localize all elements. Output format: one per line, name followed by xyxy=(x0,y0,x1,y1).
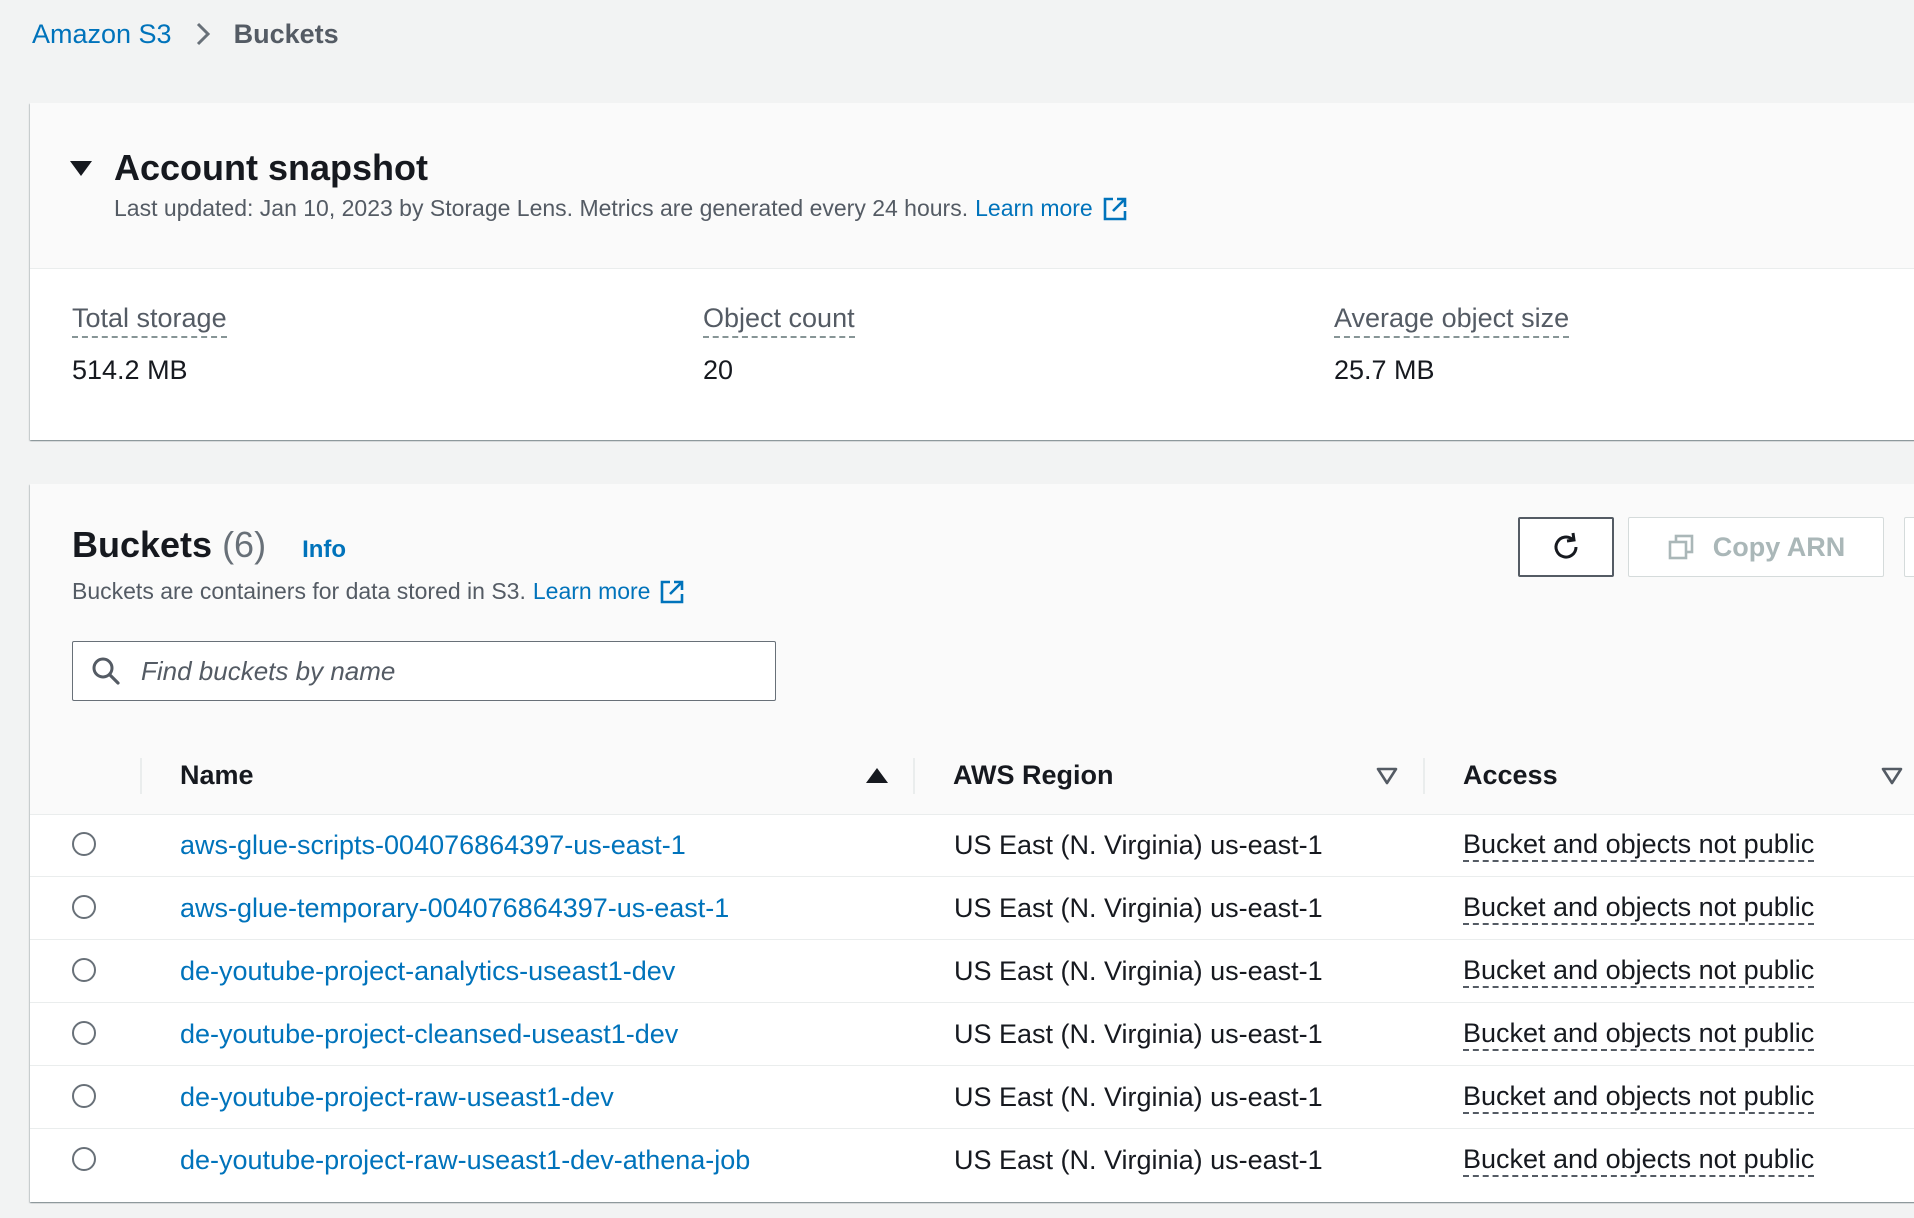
external-link-icon xyxy=(1102,196,1128,222)
column-divider xyxy=(140,758,142,794)
find-buckets-search[interactable] xyxy=(72,641,776,701)
account-snapshot-description: Last updated: Jan 10, 2023 by Storage Le… xyxy=(114,195,1128,222)
metric-value: 25.7 MB xyxy=(1334,355,1435,385)
table-row[interactable]: de-youtube-project-analytics-useast1-dev… xyxy=(30,940,1914,1003)
account-snapshot-header: Account snapshot Last updated: Jan 10, 2… xyxy=(30,103,1914,269)
buckets-panel: Buckets (6) Info Buckets are containers … xyxy=(30,484,1914,1202)
snapshot-learn-more-link[interactable]: Learn more xyxy=(975,195,1128,222)
buckets-title-row: Buckets (6) Info xyxy=(72,524,346,566)
bucket-region: US East (N. Virginia) us-east-1 xyxy=(954,956,1323,986)
buckets-header: Buckets (6) Info Buckets are containers … xyxy=(30,484,1914,738)
column-header-access[interactable]: Access xyxy=(1463,737,1558,814)
buckets-count: (6) xyxy=(222,524,267,565)
account-snapshot-title: Account snapshot xyxy=(114,147,429,188)
refresh-icon xyxy=(1549,530,1583,564)
sort-descending-outline-icon[interactable] xyxy=(1881,737,1903,814)
bucket-access[interactable]: Bucket and objects not public xyxy=(1463,955,1815,988)
search-icon xyxy=(91,656,121,686)
table-row[interactable]: de-youtube-project-raw-useast1-dev US Ea… xyxy=(30,1066,1914,1129)
buckets-title: Buckets xyxy=(72,524,213,565)
buckets-learn-more-link[interactable]: Learn more xyxy=(533,578,686,605)
column-header-name[interactable]: Name xyxy=(180,737,254,814)
refresh-button[interactable] xyxy=(1518,517,1614,577)
buckets-description: Buckets are containers for data stored i… xyxy=(72,578,685,605)
bucket-access[interactable]: Bucket and objects not public xyxy=(1463,892,1815,925)
more-actions-button[interactable] xyxy=(1904,517,1914,577)
row-select-radio[interactable] xyxy=(72,832,96,856)
table-row[interactable]: de-youtube-project-raw-useast1-dev-athen… xyxy=(30,1129,1914,1192)
metric-total-storage: Total storage 514.2 MB xyxy=(72,303,227,386)
bucket-region: US East (N. Virginia) us-east-1 xyxy=(954,1019,1323,1049)
copy-icon xyxy=(1667,533,1695,561)
sort-ascending-icon[interactable] xyxy=(866,737,888,814)
breadcrumb: Amazon S3 Buckets xyxy=(32,14,339,54)
bucket-name-link[interactable]: de-youtube-project-raw-useast1-dev-athen… xyxy=(180,1145,750,1176)
chevron-right-icon xyxy=(194,20,212,48)
column-divider xyxy=(913,758,915,794)
bucket-access[interactable]: Bucket and objects not public xyxy=(1463,1144,1815,1177)
table-row[interactable]: aws-glue-scripts-004076864397-us-east-1 … xyxy=(30,814,1914,877)
breadcrumb-amazon-s3-link[interactable]: Amazon S3 xyxy=(32,19,172,50)
caret-down-icon[interactable] xyxy=(70,160,92,176)
column-header-region[interactable]: AWS Region xyxy=(953,737,1114,814)
account-snapshot-panel: Account snapshot Last updated: Jan 10, 2… xyxy=(30,103,1914,440)
buckets-description-text: Buckets are containers for data stored i… xyxy=(72,578,526,604)
row-select-radio[interactable] xyxy=(72,958,96,982)
column-name-label: Name xyxy=(180,760,254,790)
search-input[interactable] xyxy=(139,654,743,688)
buckets-table-header: Name AWS Region Access xyxy=(30,737,1914,815)
metric-value: 514.2 MB xyxy=(72,355,188,385)
metric-average-object-size: Average object size 25.7 MB xyxy=(1334,303,1570,386)
bucket-name-link[interactable]: de-youtube-project-analytics-useast1-dev xyxy=(180,956,675,987)
bucket-name-link[interactable]: de-youtube-project-raw-useast1-dev xyxy=(180,1082,614,1113)
metric-label[interactable]: Average object size xyxy=(1334,303,1570,338)
snapshot-learn-more-label: Learn more xyxy=(975,195,1093,221)
bucket-region: US East (N. Virginia) us-east-1 xyxy=(954,830,1323,860)
bucket-name-link[interactable]: de-youtube-project-cleansed-useast1-dev xyxy=(180,1019,678,1050)
bucket-access[interactable]: Bucket and objects not public xyxy=(1463,1081,1815,1114)
column-divider xyxy=(1423,758,1425,794)
table-row[interactable]: de-youtube-project-cleansed-useast1-dev … xyxy=(30,1003,1914,1066)
bucket-region: US East (N. Virginia) us-east-1 xyxy=(954,1145,1323,1175)
account-snapshot-description-text: Last updated: Jan 10, 2023 by Storage Le… xyxy=(114,195,969,221)
sort-ascending-icon xyxy=(866,768,888,783)
bucket-access[interactable]: Bucket and objects not public xyxy=(1463,829,1815,862)
row-select-radio[interactable] xyxy=(72,1021,96,1045)
column-region-label: AWS Region xyxy=(953,760,1114,790)
metric-label[interactable]: Total storage xyxy=(72,303,227,338)
account-snapshot-toggle[interactable]: Account snapshot xyxy=(70,147,428,189)
copy-arn-label: Copy ARN xyxy=(1712,531,1846,562)
bucket-name-link[interactable]: aws-glue-temporary-004076864397-us-east-… xyxy=(180,893,729,924)
row-select-radio[interactable] xyxy=(72,1147,96,1171)
bucket-region: US East (N. Virginia) us-east-1 xyxy=(954,893,1323,923)
copy-arn-button[interactable]: Copy ARN xyxy=(1628,517,1884,577)
bucket-region: US East (N. Virginia) us-east-1 xyxy=(954,1082,1323,1112)
sort-descending-outline-icon[interactable] xyxy=(1376,737,1398,814)
metric-object-count: Object count 20 xyxy=(703,303,855,386)
table-row[interactable]: aws-glue-temporary-004076864397-us-east-… xyxy=(30,877,1914,940)
buckets-table-body: aws-glue-scripts-004076864397-us-east-1 … xyxy=(30,814,1914,1192)
metric-label[interactable]: Object count xyxy=(703,303,855,338)
row-select-radio[interactable] xyxy=(72,1084,96,1108)
bucket-name-link[interactable]: aws-glue-scripts-004076864397-us-east-1 xyxy=(180,830,686,861)
sort-descending-outline-icon xyxy=(1376,767,1398,785)
bucket-access[interactable]: Bucket and objects not public xyxy=(1463,1018,1815,1051)
breadcrumb-current: Buckets xyxy=(233,18,339,49)
column-access-label: Access xyxy=(1463,760,1558,790)
buckets-learn-more-label: Learn more xyxy=(532,578,651,604)
row-select-radio[interactable] xyxy=(72,895,96,919)
sort-descending-outline-icon xyxy=(1881,767,1903,785)
info-link[interactable]: Info xyxy=(302,536,346,564)
external-link-icon xyxy=(659,579,685,605)
metric-value: 20 xyxy=(703,355,734,385)
